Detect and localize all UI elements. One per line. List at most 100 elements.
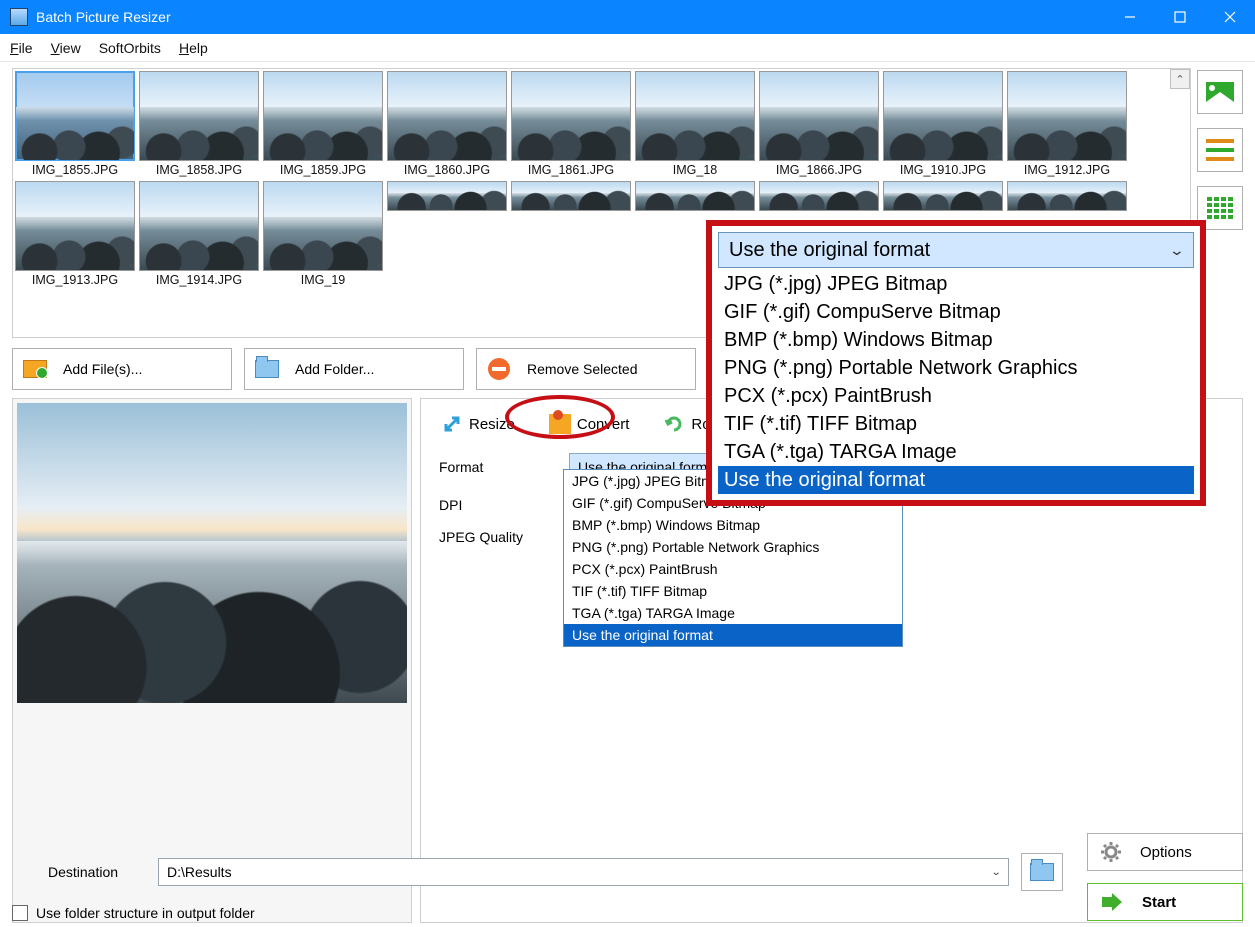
format-label: Format <box>439 459 559 475</box>
thumbnail-item[interactable]: IMG_1861.JPG <box>511 71 631 177</box>
menu-help[interactable]: Help <box>179 40 208 56</box>
thumbnail-image <box>759 181 879 211</box>
thumbnail-item[interactable]: IMG_19 <box>263 181 383 287</box>
app-icon <box>10 8 28 26</box>
thumbnail-label: IMG_1859.JPG <box>263 163 383 177</box>
menu-bar: File View SoftOrbits Help <box>0 34 1255 62</box>
title-bar: Batch Picture Resizer <box>0 0 1255 34</box>
add-files-label: Add File(s)... <box>63 361 142 377</box>
maximize-button[interactable] <box>1155 0 1205 34</box>
thumbnail-image <box>139 71 259 161</box>
thumbnail-item[interactable]: IMG_1859.JPG <box>263 71 383 177</box>
format-option[interactable]: Use the original format <box>564 624 902 646</box>
thumbnail-label: IMG_18 <box>635 163 755 177</box>
format-option[interactable]: PNG (*.png) Portable Network Graphics <box>718 354 1194 382</box>
add-file-icon <box>23 360 47 378</box>
thumbnail-image <box>759 71 879 161</box>
thumbnail-item[interactable]: IMG_1860.JPG <box>387 71 507 177</box>
format-combo-enlarged[interactable]: Use the original format ⌄ <box>718 232 1194 268</box>
format-option[interactable]: TGA (*.tga) TARGA Image <box>718 438 1194 466</box>
format-dropdown-enlarged-overlay: Use the original format ⌄ JPG (*.jpg) JP… <box>706 220 1206 506</box>
format-option[interactable]: GIF (*.gif) CompuServe Bitmap <box>718 298 1194 326</box>
thumbnail-image <box>387 181 507 211</box>
convert-icon <box>549 413 571 435</box>
format-option[interactable]: PCX (*.pcx) PaintBrush <box>564 558 902 580</box>
thumbnail-image <box>1007 181 1127 211</box>
thumbnail-item[interactable]: IMG_1866.JPG <box>759 71 879 177</box>
folder-icon <box>1030 863 1054 881</box>
use-folder-structure-checkbox[interactable]: Use folder structure in output folder <box>12 905 1243 921</box>
thumbnail-image <box>387 71 507 161</box>
thumbnail-image <box>883 71 1003 161</box>
thumbnail-label: IMG_1860.JPG <box>387 163 507 177</box>
format-option[interactable]: BMP (*.bmp) Windows Bitmap <box>718 326 1194 354</box>
format-option[interactable]: JPG (*.jpg) JPEG Bitmap <box>718 270 1194 298</box>
jpeg-quality-label: JPEG Quality <box>439 529 559 545</box>
window-title: Batch Picture Resizer <box>36 9 1105 25</box>
destination-value: D:\Results <box>167 864 232 880</box>
options-label: Options <box>1140 844 1192 861</box>
thumbnail-label: IMG_1913.JPG <box>15 273 135 287</box>
tab-convert-label: Convert <box>577 416 630 433</box>
thumbnail-image <box>263 71 383 161</box>
checkbox-icon <box>12 905 28 921</box>
thumbnail-label: IMG_1858.JPG <box>139 163 259 177</box>
thumbnail-item[interactable]: IMG_1913.JPG <box>15 181 135 287</box>
format-option[interactable]: TGA (*.tga) TARGA Image <box>564 602 902 624</box>
thumbnail-image <box>635 71 755 161</box>
gallery-scroll-up[interactable]: ⌃ <box>1170 69 1190 89</box>
format-dropdown-enlarged-list[interactable]: JPG (*.jpg) JPEG BitmapGIF (*.gif) Compu… <box>718 270 1194 494</box>
thumbnail-label: IMG_1910.JPG <box>883 163 1003 177</box>
destination-label: Destination <box>12 864 146 880</box>
thumbnail-image <box>511 181 631 211</box>
start-arrow-icon <box>1100 893 1124 911</box>
browse-destination-button[interactable] <box>1021 853 1063 891</box>
format-option[interactable]: TIF (*.tif) TIFF Bitmap <box>564 580 902 602</box>
format-option[interactable]: TIF (*.tif) TIFF Bitmap <box>718 410 1194 438</box>
thumbnail-label: IMG_1861.JPG <box>511 163 631 177</box>
chevron-down-icon: ⌄ <box>990 867 1001 878</box>
folder-icon <box>255 360 279 378</box>
thumbnail-item[interactable]: IMG_1910.JPG <box>883 71 1003 177</box>
thumbnail-item[interactable]: IMG_1914.JPG <box>139 181 259 287</box>
view-list-button[interactable] <box>1197 128 1243 172</box>
view-large-thumb-button[interactable] <box>1197 70 1243 114</box>
thumbnail-item[interactable]: IMG_1912.JPG <box>1007 71 1127 177</box>
format-option[interactable]: PNG (*.png) Portable Network Graphics <box>564 536 902 558</box>
thumbnail-item[interactable]: IMG_1858.JPG <box>139 71 259 177</box>
minimize-button[interactable] <box>1105 0 1155 34</box>
options-button[interactable]: Options <box>1087 833 1243 871</box>
thumbnail-item[interactable] <box>387 181 507 287</box>
format-option[interactable]: BMP (*.bmp) Windows Bitmap <box>564 514 902 536</box>
start-button[interactable]: Start <box>1087 883 1243 921</box>
thumbnail-item[interactable] <box>511 181 631 287</box>
thumbnail-item[interactable]: IMG_1855.JPG <box>15 71 135 177</box>
destination-input[interactable]: D:\Results ⌄ <box>158 858 1009 886</box>
thumbnail-image <box>511 71 631 161</box>
thumbnail-item[interactable]: IMG_18 <box>635 71 755 177</box>
thumbnail-image <box>883 181 1003 211</box>
dpi-label: DPI <box>439 497 559 513</box>
remove-icon <box>488 358 510 380</box>
remove-selected-button[interactable]: Remove Selected <box>476 348 696 390</box>
format-option[interactable]: Use the original format <box>718 466 1194 494</box>
menu-view[interactable]: View <box>51 40 81 56</box>
tab-convert[interactable]: Convert <box>541 409 638 439</box>
tab-resize[interactable]: Resize <box>433 409 523 439</box>
gear-icon <box>1100 841 1122 863</box>
menu-file[interactable]: File <box>10 40 33 56</box>
preview-pane <box>12 398 412 923</box>
add-folder-button[interactable]: Add Folder... <box>244 348 464 390</box>
thumbnail-image <box>15 71 135 161</box>
image-icon <box>1206 82 1234 102</box>
use-folder-structure-label: Use folder structure in output folder <box>36 905 255 921</box>
format-option[interactable]: PCX (*.pcx) PaintBrush <box>718 382 1194 410</box>
thumbnail-image <box>1007 71 1127 161</box>
close-button[interactable] <box>1205 0 1255 34</box>
menu-softorbits[interactable]: SoftOrbits <box>99 40 161 56</box>
thumbnail-label: IMG_19 <box>263 273 383 287</box>
thumbnail-image <box>635 181 755 211</box>
preview-image <box>17 403 407 703</box>
start-label: Start <box>1142 894 1176 911</box>
add-files-button[interactable]: Add File(s)... <box>12 348 232 390</box>
